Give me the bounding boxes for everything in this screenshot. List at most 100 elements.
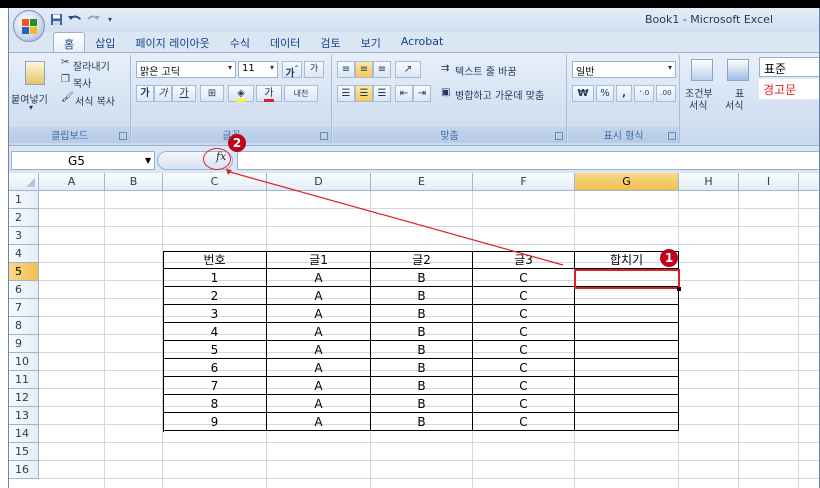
table-cell[interactable]: B xyxy=(371,413,473,431)
undo-icon[interactable] xyxy=(67,13,81,27)
row-header-9[interactable]: 9 xyxy=(9,335,39,353)
table-cell[interactable] xyxy=(575,323,679,341)
increase-decimal-button[interactable]: ⁺.0 xyxy=(634,85,654,102)
table-cell[interactable]: B xyxy=(371,269,473,287)
formula-input[interactable] xyxy=(237,151,819,170)
table-cell[interactable]: 9 xyxy=(163,413,267,431)
table-cell[interactable]: A xyxy=(267,395,371,413)
table-cell[interactable]: 5 xyxy=(163,341,267,359)
row-header-8[interactable]: 8 xyxy=(9,317,39,335)
name-box-dropdown-icon[interactable]: ▼ xyxy=(145,156,151,165)
fill-color-button[interactable]: ◈ xyxy=(228,85,254,102)
column-header-f[interactable]: F xyxy=(473,173,575,191)
table-cell[interactable] xyxy=(575,341,679,359)
align-right-button[interactable]: ☰ xyxy=(373,85,391,102)
table-cell[interactable]: 3 xyxy=(163,305,267,323)
fill-handle[interactable] xyxy=(677,287,681,291)
paste-icon[interactable] xyxy=(25,61,45,85)
align-center-button[interactable]: ☰ xyxy=(355,85,373,102)
style-normal[interactable]: 표준 xyxy=(759,57,819,77)
customize-icon[interactable]: ▾ xyxy=(103,13,117,27)
align-left-button[interactable]: ☰ xyxy=(337,85,355,102)
table-cell[interactable]: 8 xyxy=(163,395,267,413)
row-header-4[interactable]: 4 xyxy=(9,245,39,263)
row-header-11[interactable]: 11 xyxy=(9,371,39,389)
table-cell[interactable]: A xyxy=(267,323,371,341)
column-header-j[interactable] xyxy=(799,173,819,191)
table-cell[interactable]: B xyxy=(371,377,473,395)
table-cell[interactable]: A xyxy=(267,269,371,287)
name-box[interactable]: G5 xyxy=(11,151,155,170)
font-launcher-icon[interactable] xyxy=(320,132,328,140)
table-cell[interactable]: C xyxy=(473,377,575,395)
table-cell[interactable] xyxy=(575,359,679,377)
table-cell[interactable]: 4 xyxy=(163,323,267,341)
tab-formulas[interactable]: 수식 xyxy=(220,32,260,52)
table-cell[interactable]: A xyxy=(267,413,371,431)
italic-button[interactable]: 가 xyxy=(154,85,172,102)
tab-acrobat[interactable]: Acrobat xyxy=(391,32,453,52)
row-header-10[interactable]: 10 xyxy=(9,353,39,371)
select-all-button[interactable] xyxy=(9,173,39,191)
table-cell[interactable]: 2 xyxy=(163,287,267,305)
row-header-14[interactable]: 14 xyxy=(9,425,39,443)
align-top-button[interactable]: ≡ xyxy=(337,61,355,78)
style-warning[interactable]: 경고문 xyxy=(759,79,819,99)
table-cell[interactable]: A xyxy=(267,341,371,359)
column-header-g[interactable]: G xyxy=(575,173,679,191)
table-header-cell[interactable]: 번호 xyxy=(163,251,267,269)
table-cell[interactable]: A xyxy=(267,359,371,377)
column-header-a[interactable]: A xyxy=(39,173,105,191)
underline-button[interactable]: 가 xyxy=(172,85,196,102)
table-cell[interactable]: 6 xyxy=(163,359,267,377)
paste-dropdown-icon[interactable]: ▾ xyxy=(29,103,33,112)
table-cell[interactable]: 7 xyxy=(163,377,267,395)
font-name-combo[interactable]: 맑은 고딕 ▾ xyxy=(136,61,236,78)
row-header-15[interactable]: 15 xyxy=(9,443,39,461)
number-launcher-icon[interactable] xyxy=(668,132,676,140)
table-cell[interactable]: B xyxy=(371,305,473,323)
tab-view[interactable]: 보기 xyxy=(351,32,391,52)
table-cell[interactable] xyxy=(575,287,679,305)
decrease-indent-button[interactable]: ⇤ xyxy=(395,85,413,102)
table-cell[interactable]: B xyxy=(371,287,473,305)
table-cell[interactable]: C xyxy=(473,323,575,341)
row-header-16[interactable]: 16 xyxy=(9,461,39,479)
wrap-text-button[interactable]: 텍스트 줄 바꿈 xyxy=(455,63,517,78)
table-cell[interactable]: A xyxy=(267,305,371,323)
column-header-c[interactable]: C xyxy=(163,173,267,191)
borders-button[interactable]: ⊞ xyxy=(200,85,224,102)
row-header-6[interactable]: 6 xyxy=(9,281,39,299)
table-cell[interactable]: C xyxy=(473,341,575,359)
tab-page-layout[interactable]: 페이지 레이아웃 xyxy=(125,32,219,52)
table-cell[interactable]: 1 xyxy=(163,269,267,287)
row-header-3[interactable]: 3 xyxy=(9,227,39,245)
table-cell[interactable]: C xyxy=(473,305,575,323)
table-header-cell[interactable]: 글1 xyxy=(267,251,371,269)
row-header-12[interactable]: 12 xyxy=(9,389,39,407)
table-cell[interactable]: B xyxy=(371,323,473,341)
merge-center-button[interactable]: 병합하고 가운데 맞춤 xyxy=(455,87,544,102)
table-cell[interactable]: B xyxy=(371,395,473,413)
cut-button[interactable]: 잘라내기 xyxy=(73,58,110,73)
shrink-font-button[interactable]: 가 xyxy=(304,61,324,78)
table-cell[interactable]: B xyxy=(371,341,473,359)
office-button[interactable] xyxy=(13,10,45,42)
table-header-cell[interactable]: 글2 xyxy=(371,251,473,269)
table-cell[interactable] xyxy=(575,305,679,323)
table-cell[interactable]: B xyxy=(371,359,473,377)
comma-button[interactable]: , xyxy=(616,85,632,102)
tab-home[interactable]: 홈 xyxy=(53,32,86,52)
decrease-decimal-button[interactable]: .00 xyxy=(656,85,676,102)
clipboard-launcher-icon[interactable] xyxy=(119,132,127,140)
table-cell[interactable]: A xyxy=(267,377,371,395)
table-cell[interactable]: C xyxy=(473,413,575,431)
column-header-b[interactable]: B xyxy=(105,173,163,191)
table-cell[interactable]: C xyxy=(473,359,575,377)
table-cell[interactable]: C xyxy=(473,395,575,413)
currency-button[interactable]: ₩ xyxy=(572,85,594,102)
copy-button[interactable]: 복사 xyxy=(73,75,91,90)
table-cell[interactable]: C xyxy=(473,287,575,305)
conditional-format-icon[interactable] xyxy=(691,59,713,81)
table-cell[interactable]: A xyxy=(267,287,371,305)
